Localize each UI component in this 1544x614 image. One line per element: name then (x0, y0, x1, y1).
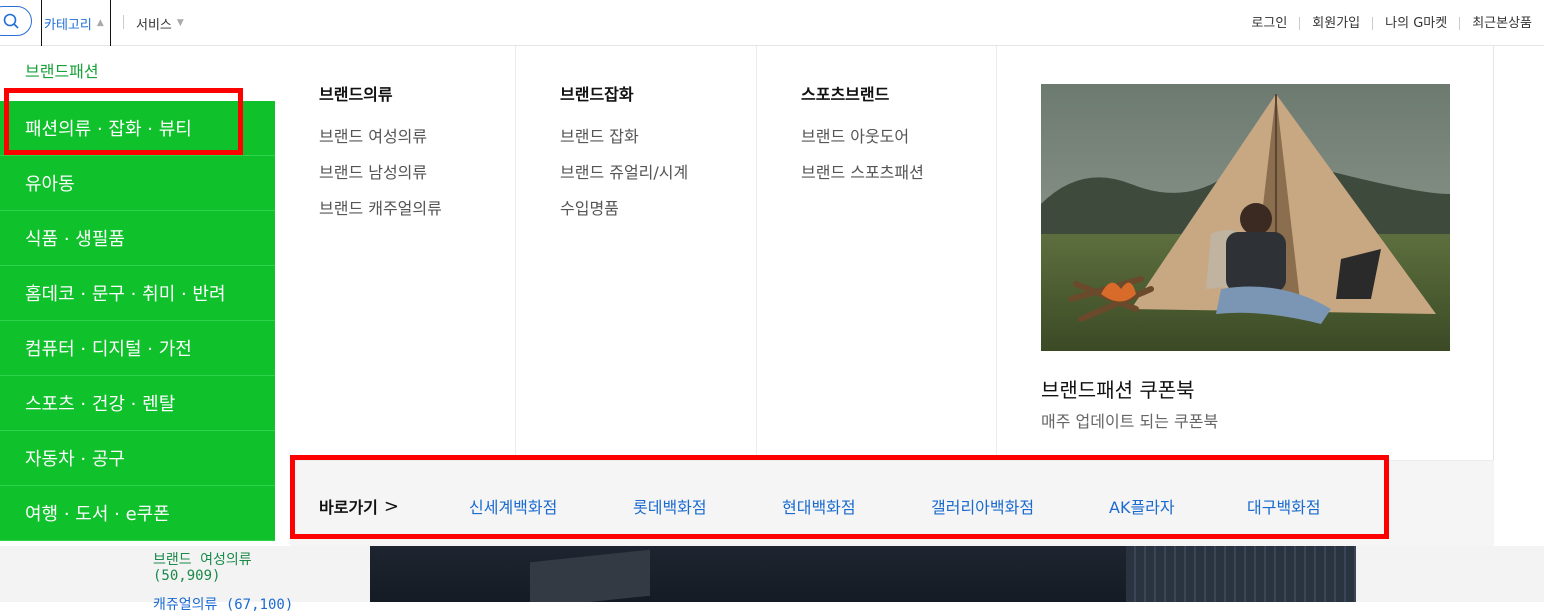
side-menu-title[interactable]: 브랜드패션 (25, 58, 99, 82)
column-title[interactable]: 브랜드의류 (319, 81, 393, 105)
camping-photo-illustration (1041, 84, 1450, 351)
category-menu-label: 카테고리 (44, 17, 92, 33)
subcategory-link[interactable]: 브랜드 쥬얼리/시계 (560, 159, 688, 195)
column-brand-clothing: 브랜드의류 브랜드 여성의류 브랜드 남성의류 브랜드 캐주얼의류 (275, 46, 516, 460)
column-title[interactable]: 브랜드잡화 (560, 81, 634, 105)
column-list: 브랜드 아웃도어 브랜드 스포츠패션 (801, 123, 924, 195)
subcategory-link[interactable]: 브랜드 스포츠패션 (801, 159, 924, 195)
subcategory-link[interactable]: 브랜드 잡화 (560, 123, 688, 159)
bg-building-shape-2 (1126, 546, 1356, 602)
column-sports-brand: 스포츠브랜드 브랜드 아웃도어 브랜드 스포츠패션 (757, 46, 997, 460)
promo-banner-image[interactable] (1041, 84, 1450, 351)
category-menu-tab[interactable]: 카테고리 ▲ (41, 0, 111, 46)
subcategory-link[interactable]: 브랜드 남성의류 (319, 159, 442, 195)
column-list: 브랜드 여성의류 브랜드 남성의류 브랜드 캐주얼의류 (319, 123, 442, 231)
side-category-list: 패션의류 · 잡화 · 뷰티 유아동 식품 · 생필품 홈데코 · 문구 · 취… (0, 101, 275, 541)
bg-category-count: (50,909) (153, 568, 221, 584)
service-menu-tab[interactable]: 서비스 ▼ (136, 0, 184, 46)
signup-link[interactable]: 회원가입 (1299, 16, 1372, 30)
service-menu-label: 서비스 (136, 17, 172, 33)
column-title[interactable]: 스포츠브랜드 (801, 81, 889, 105)
login-link[interactable]: 로그인 (1239, 17, 1299, 30)
promo-subtitle: 매주 업데이트 되는 쿠폰북 (1041, 412, 1219, 431)
my-gmarket-link[interactable]: 나의 G마켓 (1372, 16, 1459, 30)
promo-title[interactable]: 브랜드패션 쿠폰북 (1041, 374, 1195, 403)
caret-up-icon: ▲ (96, 18, 104, 28)
highlight-box-shortcut-bar (290, 455, 1389, 539)
search-icon (3, 13, 19, 29)
caret-down-icon: ▼ (176, 18, 184, 28)
side-item-kids[interactable]: 유아동 (0, 156, 275, 211)
side-item-food[interactable]: 식품 · 생필품 (0, 211, 275, 266)
column-brand-accessories: 브랜드잡화 브랜드 잡화 브랜드 쥬얼리/시계 수입명품 (516, 46, 757, 460)
side-item-auto[interactable]: 자동차 · 공구 (0, 431, 275, 486)
bg-banner-image[interactable] (370, 546, 1356, 602)
side-item-travel[interactable]: 여행 · 도서 · e쿠폰 (0, 486, 275, 541)
top-navigation-bar: 카테고리 ▲ 서비스 ▼ 로그인 회원가입 나의 G마켓 최근본상품 (0, 0, 1544, 46)
subcategory-link[interactable]: 브랜드 아웃도어 (801, 123, 924, 159)
subcategory-link[interactable]: 브랜드 캐주얼의류 (319, 195, 442, 231)
recent-items-link[interactable]: 최근본상품 (1459, 16, 1532, 30)
bg-category-link-2[interactable]: 캐쥬얼의류 (67,100) (153, 594, 293, 614)
side-item-digital[interactable]: 컴퓨터 · 디지털 · 가전 (0, 321, 275, 376)
subcategory-link[interactable]: 브랜드 여성의류 (319, 123, 442, 159)
bg-building-shape (530, 549, 650, 602)
subcategory-link[interactable]: 수입명품 (560, 195, 688, 231)
highlight-box-fashion-item (4, 88, 243, 155)
bg-category-link[interactable]: 브랜드 여성의류 (153, 549, 252, 569)
user-links: 로그인 회원가입 나의 G마켓 최근본상품 (1239, 0, 1532, 46)
column-list: 브랜드 잡화 브랜드 쥬얼리/시계 수입명품 (560, 123, 688, 231)
search-button[interactable] (0, 6, 32, 36)
divider (123, 15, 124, 29)
side-item-home[interactable]: 홈데코 · 문구 · 취미 · 반려 (0, 266, 275, 321)
side-item-sports[interactable]: 스포츠 · 건강 · 렌탈 (0, 376, 275, 431)
